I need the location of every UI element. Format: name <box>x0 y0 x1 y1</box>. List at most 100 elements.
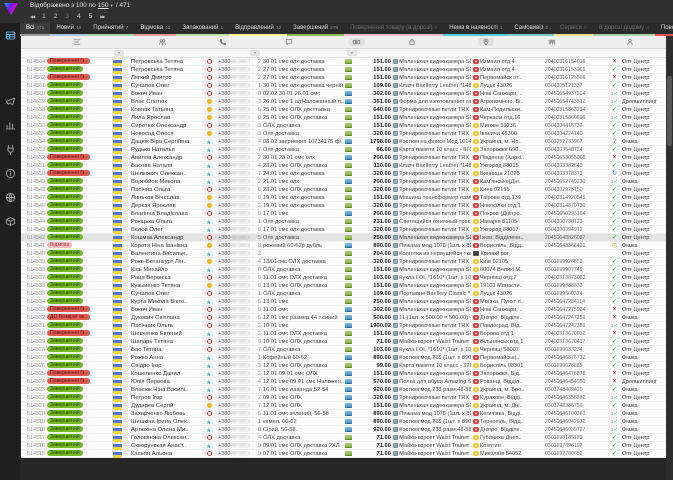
product-cell: Полка для обуви Amazing Shoe .. <box>393 379 473 385</box>
tab-Відмова[interactable]: Відмова 42 <box>134 23 177 36</box>
tab-count: 1 <box>220 26 224 31</box>
product-icon <box>393 99 398 104</box>
tab-label: Прийнятий <box>93 25 124 31</box>
col-header-phone-phone-icon[interactable] <box>208 38 238 46</box>
operator-cell <box>207 90 218 97</box>
comment-text: 10.01 смс <box>263 322 289 329</box>
col-header-client-people-icon[interactable] <box>125 38 199 46</box>
novaposhta-icon <box>473 66 479 73</box>
vodafone-operator-icon <box>207 346 213 353</box>
tab-Повернення товару (в дорозі)[interactable]: Повернення товару (в дорозі) 0 <box>344 23 444 36</box>
payment-cell <box>345 203 358 208</box>
col-header-supplier-person-icon[interactable] <box>594 38 666 46</box>
broadcast-plane-icon[interactable] <box>4 95 17 108</box>
flag-filter-dropdown[interactable]: ▼ <box>114 50 124 56</box>
phone-number: +38000 000 00 <box>218 235 250 241</box>
payment-filter-dropdown[interactable]: ▼ <box>347 50 357 56</box>
col-header-sum-money-icon[interactable] <box>340 38 373 46</box>
scrollbar-thumb[interactable] <box>667 76 672 146</box>
comment-text: ОЛХ доставка <box>263 122 301 129</box>
page-number-3[interactable]: 3 <box>65 13 69 20</box>
tracking-number: 20450646876732 <box>545 354 586 361</box>
tab-Повернення[interactable]: Повернення <box>654 23 673 36</box>
cod-payment-icon <box>345 411 352 416</box>
operator-cell <box>207 195 218 200</box>
tab-Нема в наявності[interactable]: Нема в наявності 1 <box>443 23 509 36</box>
col-header-comment-chat-icon[interactable] <box>249 38 329 46</box>
operator-cell: * <box>207 252 218 256</box>
product-name: Маленькая видеокамера SQ8 *.. <box>399 90 471 97</box>
delivery-cell: Черкасы отд.16 <box>473 115 545 121</box>
card-payment-icon <box>345 195 352 200</box>
tab-Новий[interactable]: Новий 48 <box>50 23 88 36</box>
integrations-plug-icon[interactable] <box>4 143 17 156</box>
last-page-button[interactable]: ▶▶ <box>100 14 105 19</box>
orders-table-icon[interactable] <box>4 29 17 42</box>
site-globe-icon[interactable] <box>4 191 17 204</box>
comment-filter-dropdown[interactable]: ▼ <box>250 50 260 56</box>
page-number-2[interactable]: 2 <box>54 13 58 20</box>
client-name: Кузьменко Тетяна <box>131 282 181 289</box>
product-icon <box>393 411 398 416</box>
comment-text: 17.01 смс олх доставка <box>263 226 325 233</box>
delivery-location: Кегичівка, Відді.. <box>480 410 524 417</box>
comment-text: 13.01 смс ОЛХ доставка <box>263 282 328 289</box>
order-id: 514555 <box>27 130 45 137</box>
tab-Сервіси[interactable]: Сервіси 0 <box>554 23 593 36</box>
tracking-number: 20400316125566 <box>545 74 586 81</box>
order-total: 890.00 <box>373 242 391 249</box>
card-payment-icon <box>345 299 352 304</box>
first-page-button[interactable]: ◀◀ <box>30 14 35 19</box>
order-row[interactable]: 514515 Завершений Касьян Альона +380 00 000 … <box>21 450 666 458</box>
col-header-tracking-barcode-icon[interactable] <box>521 38 583 46</box>
phone-blurred-digits: 00 000 00 <box>231 250 250 257</box>
comment-text: 12.01 смс 09.01 смс Наложен.. <box>263 378 345 385</box>
product-name: Светящийся гоночный трек Ma.. <box>399 218 471 225</box>
phone-number: +38000 000 00 <box>218 267 250 273</box>
client-name: Ковпак Татьяна <box>131 106 174 113</box>
delivery-location: Новосілки отд.1 <box>480 202 521 209</box>
tab-Запакований[interactable]: Запакований 1 <box>176 23 230 36</box>
product-cell: Маленькая видеокамера SQ8 *.. <box>393 67 473 73</box>
phone-prefix: +380 <box>218 386 231 393</box>
vertical-scrollbar[interactable] <box>666 36 673 480</box>
tab-Відправлений[interactable]: Відправлений 12 <box>229 23 288 36</box>
tab-В дорозі додому[interactable]: В дорозі додому 0 <box>592 23 655 36</box>
page-size-dropdown[interactable]: 150 <box>98 2 109 9</box>
tracking-number: 0501699560374 <box>545 290 583 297</box>
col-header-status-list-icon[interactable] <box>45 38 109 46</box>
product-name: Пижама мод.1078 (1шт. х 890.0.. <box>399 410 471 417</box>
order-total: 302.00 <box>373 90 391 97</box>
supplier: Опт Центр <box>622 394 650 401</box>
supplier: Опт Центр <box>622 282 650 289</box>
operator-cell <box>207 107 218 112</box>
product-icon <box>393 347 398 352</box>
tab-Прийнятий[interactable]: Прийнятий 7 <box>87 23 135 36</box>
vodafone-operator-icon <box>207 234 213 241</box>
product-cell: Костюм мод.233 разм.48-58 (1.. <box>393 427 473 433</box>
tab-Самовивіз[interactable]: Самовивіз 2 <box>508 23 555 36</box>
client-name: Кошмак Александр <box>131 234 184 241</box>
tab-Всі[interactable]: Всі 471 <box>20 23 51 36</box>
comment-count: 5 <box>258 410 261 417</box>
payment-cell <box>345 219 358 224</box>
col-header-product-bag-icon[interactable] <box>373 38 451 46</box>
operator-cell <box>207 115 218 120</box>
tab-Завершений[interactable]: Завершений 278 <box>287 23 345 36</box>
info-circle-icon[interactable] <box>4 167 17 180</box>
page-number-1[interactable]: 1 <box>42 13 46 20</box>
page-number-4[interactable]: 4 <box>77 13 81 20</box>
chevron-down-icon[interactable]: ▾ <box>111 3 113 8</box>
tab-label: Нема в наявності <box>449 25 498 31</box>
delivery-location: Кривой рог <box>480 250 509 257</box>
app-logo-icon[interactable] <box>4 3 18 15</box>
kyivstar-operator-icon: * <box>207 220 211 224</box>
phone-number: +38000 000 00 <box>218 259 250 265</box>
statistics-chart-icon[interactable] <box>4 119 17 132</box>
phone-prefix: +380 <box>218 330 231 337</box>
col-header-delivery-pin-icon[interactable] <box>451 38 521 46</box>
operator-cell: * <box>207 164 218 168</box>
vodafone-operator-icon <box>207 58 213 65</box>
page-number-5[interactable]: 5 <box>89 13 93 20</box>
products-box-icon[interactable] <box>4 215 17 228</box>
